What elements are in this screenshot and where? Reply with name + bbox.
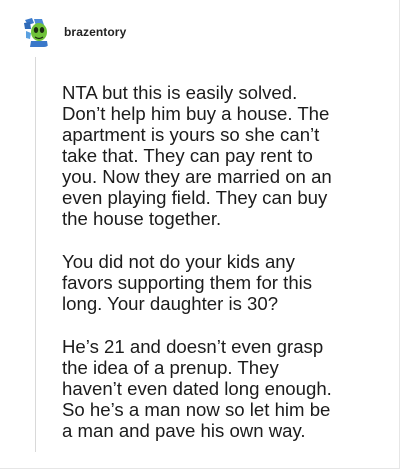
username[interactable]: brazentory (64, 25, 126, 39)
alien-avatar-icon (22, 17, 50, 47)
comment-paragraph: He’s 21 and doesn’t even grasp the idea … (62, 336, 332, 441)
comment-paragraph: NTA but this is easily solved. Don’t hel… (62, 82, 332, 229)
thread-line (35, 57, 36, 452)
comment-card: brazentory NTA but this is easily solved… (0, 0, 400, 469)
comment-header: brazentory (22, 14, 126, 50)
comment-body: NTA but this is easily solved. Don’t hel… (62, 82, 392, 463)
avatar[interactable] (22, 17, 50, 47)
comment-paragraph: You did not do your kids any favors supp… (62, 251, 313, 314)
